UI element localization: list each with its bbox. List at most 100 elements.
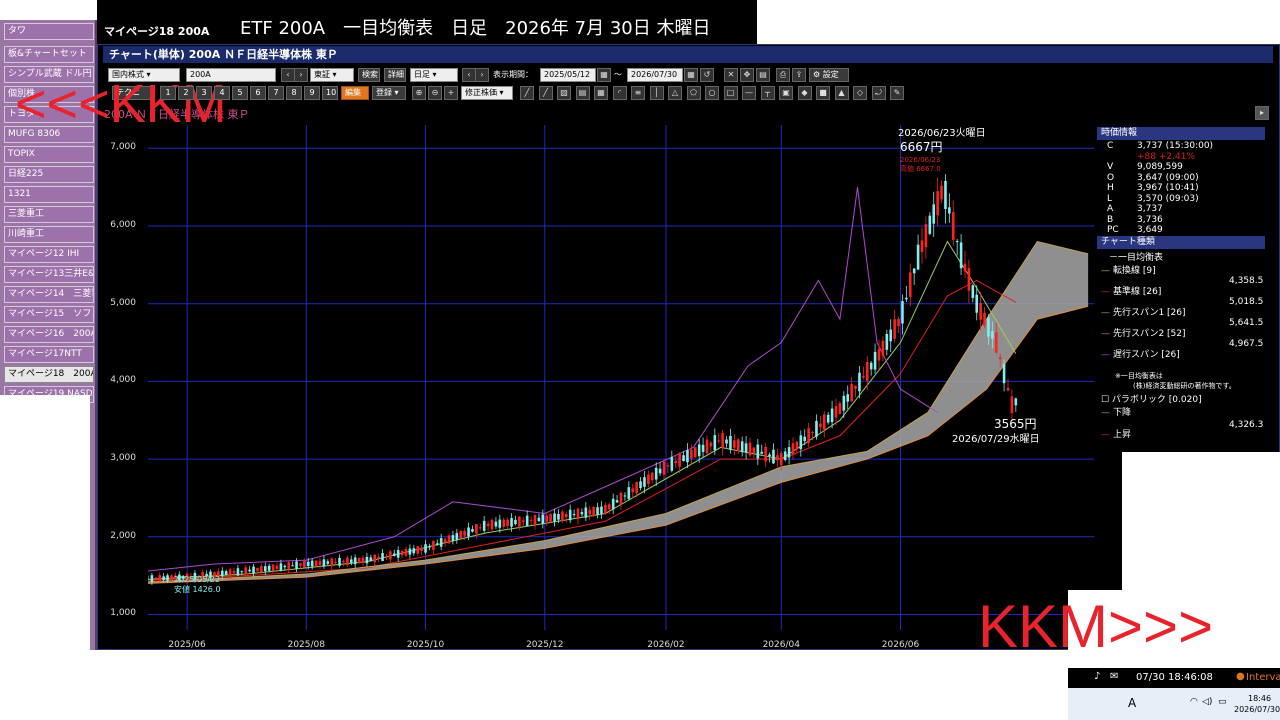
sidebar-item[interactable]: タワ: [4, 23, 94, 40]
calendar-icon[interactable]: ▦: [597, 68, 611, 82]
sidebar-item[interactable]: 三菱重工: [4, 206, 94, 223]
battery-icon[interactable]: ▭: [1218, 697, 1227, 707]
indicator-number-button[interactable]: 3: [196, 86, 212, 100]
candle-body: [768, 454, 771, 457]
taskbar-date[interactable]: 2026/07/30: [1234, 705, 1280, 714]
drawing-tool-icon[interactable]: ⬠: [686, 86, 701, 100]
drawing-tool-icon[interactable]: ▲: [834, 86, 849, 100]
candle-body: [486, 523, 490, 527]
drawing-tool-icon[interactable]: ◇: [853, 86, 867, 100]
info-value: 3,647 (09:00): [1137, 172, 1199, 183]
candle-body: [275, 565, 279, 569]
indicator-number-button[interactable]: 7: [268, 86, 284, 100]
sidebar-item[interactable]: 板&チャートセット: [4, 46, 94, 63]
indicator-number-button[interactable]: 10: [322, 86, 338, 100]
sidebar-item[interactable]: マイページ12 IHI: [4, 246, 94, 263]
drawing-tool-icon[interactable]: ◆: [797, 86, 812, 100]
crosshair-icon[interactable]: ✕: [724, 68, 738, 82]
sidebar-item[interactable]: マイページ17NTT: [4, 346, 94, 363]
drawing-tool-icon[interactable]: ✎: [890, 86, 904, 100]
wifi-icon[interactable]: ◠: [1190, 697, 1198, 707]
drawing-tool-icon[interactable]: ▨: [557, 86, 571, 100]
calendar-icon[interactable]: ▦: [684, 68, 698, 82]
line-value: 4,358.5: [1229, 276, 1264, 286]
candle-body: [228, 569, 232, 576]
sidebar-item[interactable]: 1321: [4, 186, 94, 203]
sidebar-item[interactable]: マイページ13三井E&S: [4, 266, 94, 283]
search-button[interactable]: 検索: [358, 68, 380, 82]
drawing-tool-icon[interactable]: ◜: [612, 86, 627, 100]
candle-body: [647, 474, 650, 484]
drawing-tool-icon[interactable]: ≡: [631, 86, 645, 100]
drawing-tool-icon[interactable]: △: [668, 86, 682, 100]
indicator-number-button[interactable]: 8: [286, 86, 302, 100]
drawing-tool-icon[interactable]: ⤾: [871, 86, 886, 100]
bell-icon[interactable]: ♪: [1094, 671, 1100, 682]
print-icon[interactable]: ⎙: [776, 68, 790, 82]
candle-body: [166, 575, 169, 581]
taskbar-time[interactable]: 18:46: [1248, 694, 1271, 703]
candle-body: [224, 571, 228, 575]
tab-label: マイページ18 200A: [104, 25, 210, 38]
register-button[interactable]: 登録 ▾: [372, 86, 406, 100]
candle-body: [604, 505, 607, 515]
mail-icon[interactable]: ✉: [1110, 671, 1118, 682]
speaker-icon[interactable]: ◁): [1202, 697, 1212, 707]
indicator-number-button[interactable]: 2: [178, 86, 194, 100]
refresh-icon[interactable]: ↺: [700, 68, 714, 82]
sidebar-item[interactable]: マイページ14 三菱電: [4, 286, 94, 303]
indicator-number-button[interactable]: 6: [250, 86, 266, 100]
next-arrow-icon[interactable]: ›: [294, 68, 308, 82]
drawing-tool-icon[interactable]: ■: [816, 86, 830, 100]
candle-body: [607, 504, 611, 510]
indicator-number-button[interactable]: 9: [304, 86, 320, 100]
candle-body: [252, 566, 255, 574]
drawing-tool-icon[interactable]: ╱: [520, 86, 534, 100]
sidebar-item[interactable]: 日経225: [4, 166, 94, 183]
indicator-number-button[interactable]: 1: [160, 86, 176, 100]
indicator-number-button[interactable]: 4: [214, 86, 230, 100]
period-prev-icon[interactable]: ‹: [462, 68, 476, 82]
drawing-tool-icon[interactable]: ○: [705, 86, 719, 100]
zoom-in-icon[interactable]: ⊕: [412, 86, 426, 100]
adjusted-price-select[interactable]: 修正株価 ▾: [461, 86, 513, 100]
drawing-tool-icon[interactable]: —: [742, 86, 756, 100]
candle-body: [584, 507, 588, 518]
zoom-out-icon[interactable]: ⊖: [428, 86, 442, 100]
date-from-field[interactable]: 2025/05/12: [540, 68, 596, 82]
ime-indicator[interactable]: A: [1128, 696, 1136, 710]
sidebar-item[interactable]: マイページ18 200A: [4, 366, 94, 383]
plus-icon[interactable]: +: [444, 86, 458, 100]
indicator-number-button[interactable]: 5: [232, 86, 248, 100]
tab-mypage18[interactable]: マイページ18 200A ✎: [100, 22, 220, 58]
candle-body: [611, 498, 615, 510]
detail-button[interactable]: 詳細: [384, 68, 406, 82]
candle-body: [893, 319, 896, 339]
export-icon[interactable]: ⇪: [792, 68, 806, 82]
drawing-tool-icon[interactable]: ▤: [575, 86, 590, 100]
drawing-tool-icon[interactable]: ╱: [538, 86, 553, 100]
candle-body: [580, 512, 584, 515]
drawing-tool-icon[interactable]: ▣: [779, 86, 793, 100]
drawing-tool-icon[interactable]: □: [723, 86, 738, 100]
candle-body: [314, 560, 318, 567]
chart-plot[interactable]: [148, 125, 1094, 630]
candle-body: [858, 372, 861, 392]
date-to-field[interactable]: 2026/07/30: [627, 68, 683, 82]
period-next-icon[interactable]: ›: [475, 68, 489, 82]
sidebar-item[interactable]: マイページ15 ソフトバ: [4, 306, 94, 323]
period-type-select[interactable]: 日足 ▾: [410, 68, 458, 82]
prev-arrow-icon[interactable]: ‹: [281, 68, 295, 82]
sidebar-item[interactable]: 川崎重工: [4, 226, 94, 243]
drawing-tool-icon[interactable]: ┬: [760, 86, 775, 100]
chart-icon[interactable]: ▤: [756, 68, 770, 82]
drawing-tool-icon[interactable]: │: [649, 86, 664, 100]
panel-toggle-icon[interactable]: ▸: [1255, 106, 1269, 120]
settings-button[interactable]: ⚙ 設定: [809, 68, 849, 82]
edit-button[interactable]: 編集: [341, 86, 369, 100]
exchange-select[interactable]: 東証 ▾: [310, 68, 354, 82]
sidebar-item[interactable]: マイページ16 200A: [4, 326, 94, 343]
sidebar-item[interactable]: TOPIX: [4, 146, 94, 163]
drawing-tool-icon[interactable]: ▦: [594, 86, 608, 100]
move-icon[interactable]: ✥: [740, 68, 754, 82]
